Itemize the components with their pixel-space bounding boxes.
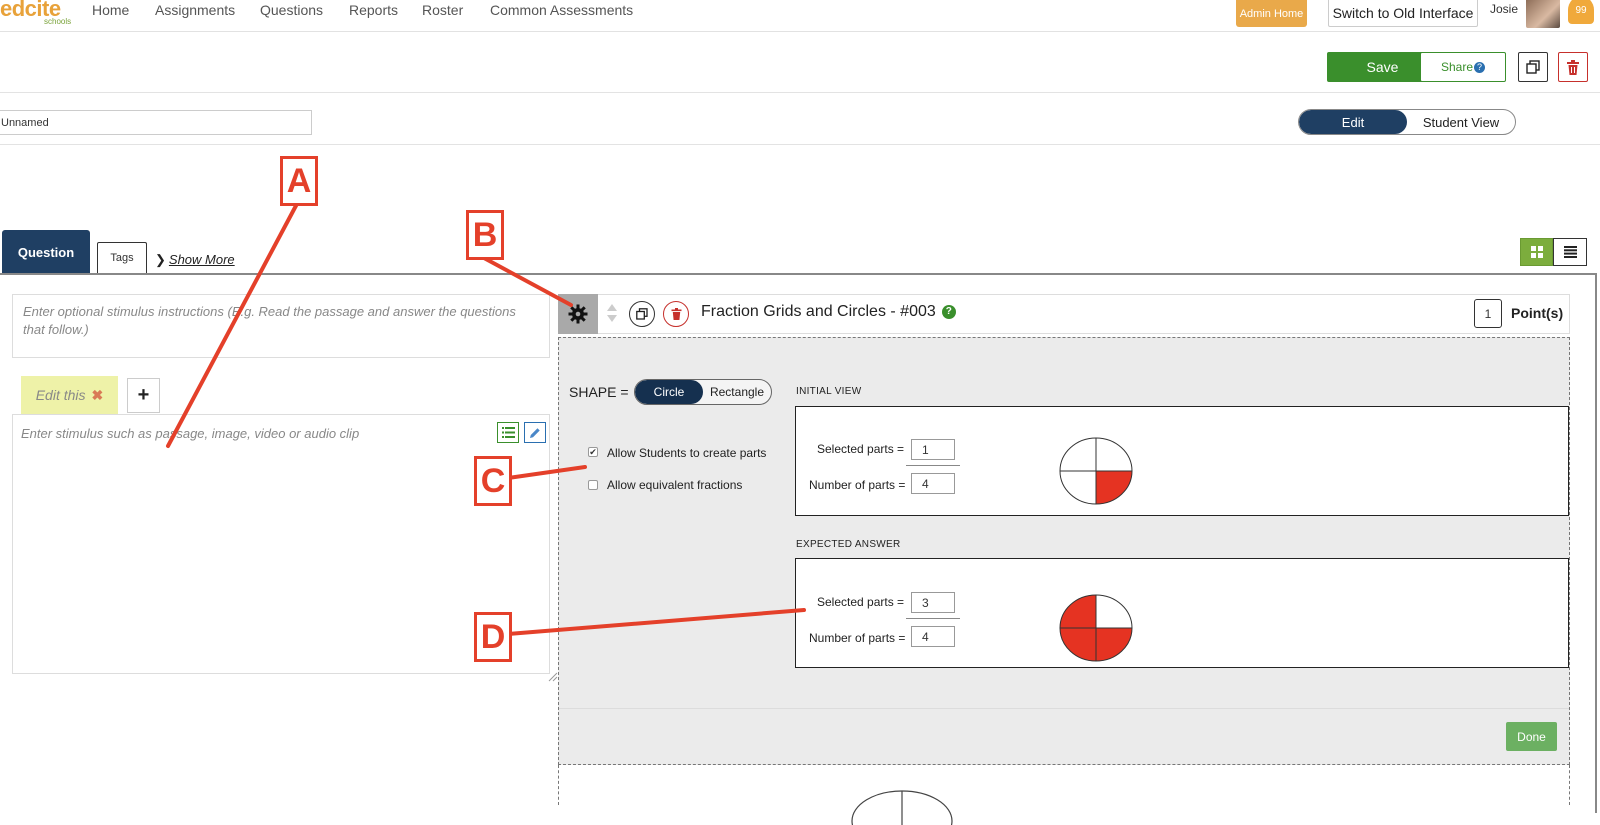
avatar[interactable] bbox=[1526, 0, 1560, 28]
done-button[interactable]: Done bbox=[1506, 722, 1557, 751]
list-icon bbox=[501, 427, 515, 438]
stimulus-instructions-input[interactable]: Enter optional stimulus instructions (E.… bbox=[12, 294, 550, 358]
delete-question-button[interactable] bbox=[663, 301, 689, 327]
expected-number-of-parts-input[interactable]: 4 bbox=[911, 626, 955, 647]
gear-icon bbox=[568, 304, 588, 324]
show-more-label: Show More bbox=[168, 252, 235, 267]
stimulus-edit-button[interactable] bbox=[524, 422, 546, 443]
divider bbox=[0, 92, 1600, 93]
grid-view-button[interactable] bbox=[1520, 238, 1553, 266]
edit-this-tab[interactable]: Edit this ✖ bbox=[21, 376, 118, 414]
shape-option-rectangle[interactable]: Rectangle bbox=[703, 380, 771, 404]
number-of-parts-label: Number of parts = bbox=[809, 478, 906, 492]
student-view-toggle-option[interactable]: Student View bbox=[1407, 110, 1515, 134]
admin-home-button[interactable]: Admin Home bbox=[1236, 0, 1307, 27]
expected-selected-parts-input[interactable]: 3 bbox=[911, 592, 955, 613]
assessment-name-input[interactable]: Unnamed bbox=[0, 110, 312, 135]
annotation-marker-a: A bbox=[280, 156, 318, 206]
add-stimulus-button[interactable]: + bbox=[127, 378, 160, 413]
trash-icon bbox=[1567, 59, 1579, 75]
reorder-icon[interactable] bbox=[606, 303, 618, 323]
question-title: Fraction Grids and Circles - #003? bbox=[701, 303, 956, 321]
expected-answer-heading: EXPECTED ANSWER bbox=[796, 539, 901, 550]
initial-fraction-circle[interactable] bbox=[1058, 436, 1134, 506]
allow-create-parts-checkbox[interactable]: ✔ bbox=[588, 447, 598, 457]
shape-label: SHAPE = bbox=[569, 384, 629, 400]
duplicate-question-button[interactable] bbox=[629, 301, 655, 327]
initial-view-box bbox=[795, 406, 1569, 516]
initial-number-of-parts-input[interactable]: 4 bbox=[911, 473, 955, 494]
stimulus-editor[interactable] bbox=[12, 414, 550, 674]
nav-assignments[interactable]: Assignments bbox=[155, 2, 235, 18]
notification-count: 99 bbox=[1575, 4, 1587, 16]
allow-equivalent-fractions-checkbox[interactable] bbox=[588, 480, 598, 490]
list-view-button[interactable] bbox=[1553, 238, 1587, 266]
divider bbox=[0, 144, 1600, 145]
share-button[interactable]: Share? bbox=[1420, 52, 1506, 82]
nav-roster[interactable]: Roster bbox=[422, 2, 463, 18]
top-nav: edcite schools Home Assignments Question… bbox=[0, 0, 1600, 32]
tab-question[interactable]: Question bbox=[2, 230, 90, 274]
share-label: Share bbox=[1440, 60, 1474, 74]
notification-bell-icon[interactable]: 99 bbox=[1568, 0, 1594, 24]
annotation-marker-b: B bbox=[466, 210, 504, 260]
stimulus-list-button[interactable] bbox=[497, 422, 519, 443]
preview-circle-icon bbox=[851, 790, 953, 825]
question-title-text: Fraction Grids and Circles - #003 bbox=[701, 303, 936, 320]
initial-view-heading: INITIAL VIEW bbox=[796, 386, 862, 397]
fraction-bar bbox=[906, 465, 960, 466]
tab-tags[interactable]: Tags bbox=[97, 242, 147, 273]
copy-icon bbox=[636, 308, 648, 320]
annotation-marker-d: D bbox=[474, 612, 512, 662]
chevron-right-icon: ❯ bbox=[155, 252, 166, 267]
switch-old-interface-button[interactable]: Switch to Old Interface bbox=[1328, 0, 1478, 27]
shape-option-circle[interactable]: Circle bbox=[635, 380, 703, 404]
points-label: Point(s) bbox=[1511, 305, 1564, 321]
expected-answer-box bbox=[795, 558, 1569, 668]
number-of-parts-label: Number of parts = bbox=[809, 631, 906, 645]
settings-button[interactable] bbox=[558, 294, 598, 334]
edit-this-label: Edit this bbox=[35, 387, 86, 403]
copy-icon bbox=[1526, 60, 1540, 74]
trash-icon bbox=[671, 308, 681, 320]
divider bbox=[559, 708, 1569, 709]
nav-home[interactable]: Home bbox=[92, 2, 129, 18]
pencil-icon bbox=[530, 427, 540, 438]
nav-common-assessments[interactable]: Common Assessments bbox=[490, 2, 633, 18]
stimulus-placeholder[interactable]: Enter stimulus such as passage, image, v… bbox=[21, 426, 359, 441]
close-icon[interactable]: ✖ bbox=[92, 387, 104, 404]
edit-student-view-toggle[interactable]: Edit Student View bbox=[1298, 109, 1516, 135]
annotation-marker-c: C bbox=[474, 456, 512, 506]
help-icon[interactable]: ? bbox=[941, 304, 956, 319]
initial-selected-parts-input[interactable]: 1 bbox=[911, 439, 955, 460]
delete-button[interactable] bbox=[1558, 52, 1588, 82]
duplicate-button[interactable] bbox=[1518, 52, 1548, 82]
nav-reports[interactable]: Reports bbox=[349, 2, 398, 18]
expected-fraction-circle[interactable] bbox=[1058, 593, 1134, 663]
resize-handle-icon[interactable] bbox=[548, 672, 558, 682]
selected-parts-label: Selected parts = bbox=[817, 442, 905, 456]
shape-toggle[interactable]: Circle Rectangle bbox=[634, 379, 772, 405]
edit-toggle-option[interactable]: Edit bbox=[1299, 110, 1407, 134]
allow-create-parts-label: Allow Students to create parts bbox=[607, 446, 767, 460]
allow-equivalent-fractions-label: Allow equivalent fractions bbox=[607, 478, 743, 492]
list-icon bbox=[1563, 246, 1577, 258]
fraction-bar bbox=[906, 618, 960, 619]
logo-subtitle: schools bbox=[44, 17, 72, 26]
grid-icon bbox=[1530, 246, 1543, 258]
selected-parts-label: Selected parts = bbox=[817, 595, 905, 609]
user-name[interactable]: Josie bbox=[1490, 2, 1518, 16]
show-more-link[interactable]: ❯ Show More bbox=[155, 252, 235, 268]
points-input[interactable]: 1 bbox=[1474, 299, 1502, 328]
nav-questions[interactable]: Questions bbox=[260, 2, 323, 18]
question-preview-area bbox=[558, 765, 1570, 825]
help-icon: ? bbox=[1474, 61, 1486, 73]
